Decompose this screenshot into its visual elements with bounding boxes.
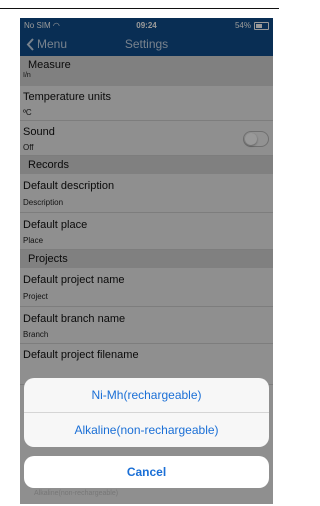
cancel-button[interactable]: Cancel xyxy=(24,456,269,488)
obscured-row-text: Alkaline(non-rechargeable) xyxy=(34,490,119,497)
phone-screen: No SIM ◠ 09:24 54% Menu Settings Measure… xyxy=(20,18,273,504)
action-sheet: Ni-Mh(rechargeable) Alkaline(non-recharg… xyxy=(24,378,269,447)
option-ni-mh-rechargeable[interactable]: Ni-Mh(rechargeable) xyxy=(24,378,269,413)
option-alkaline-non-rechargeable[interactable]: Alkaline(non-rechargeable) xyxy=(24,413,269,447)
top-divider xyxy=(0,8,279,9)
